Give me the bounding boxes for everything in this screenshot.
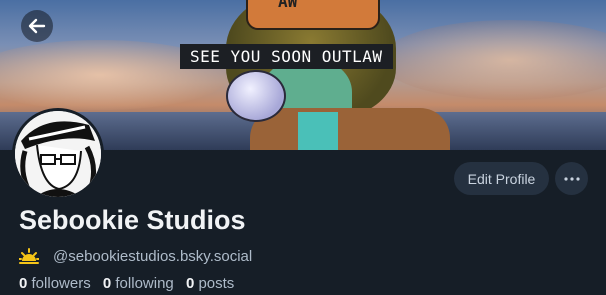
followers-label: followers xyxy=(31,275,91,292)
display-name: Sebookie Studios xyxy=(19,205,246,235)
profile-handle: @sebookiestudios.bsky.social xyxy=(53,247,253,265)
following-count: 0 xyxy=(102,275,112,292)
banner-character-hat: AW xyxy=(246,0,380,30)
posts-stat: 0 posts xyxy=(186,275,234,292)
avatar-illustration xyxy=(15,111,101,197)
posts-count: 0 xyxy=(185,275,195,292)
avatar[interactable] xyxy=(12,108,104,200)
ellipsis-icon xyxy=(563,176,580,181)
back-button[interactable] xyxy=(21,10,53,42)
handle-row: @sebookiestudios.bsky.social xyxy=(19,246,252,266)
arrow-left-icon xyxy=(28,18,46,34)
banner-cloud xyxy=(380,20,606,100)
posts-label: posts xyxy=(198,275,235,292)
more-options-button[interactable] xyxy=(555,162,588,195)
banner-character-coat xyxy=(250,108,450,150)
banner-character-shirt xyxy=(298,112,338,150)
banner-caption: SEE YOU SOON OUTLAW xyxy=(180,44,393,69)
avatar-image xyxy=(15,111,101,197)
following-label: following xyxy=(115,275,174,292)
following-link[interactable]: 0 following xyxy=(103,275,174,292)
followers-count: 0 xyxy=(19,275,28,292)
edit-profile-button[interactable]: Edit Profile xyxy=(454,162,549,195)
followers-link[interactable]: 0 followers xyxy=(19,275,91,292)
profile-stats: 0 followers 0 following 0 posts xyxy=(19,275,242,292)
sun-icon xyxy=(19,248,39,264)
banner-bubblegum xyxy=(226,70,286,122)
